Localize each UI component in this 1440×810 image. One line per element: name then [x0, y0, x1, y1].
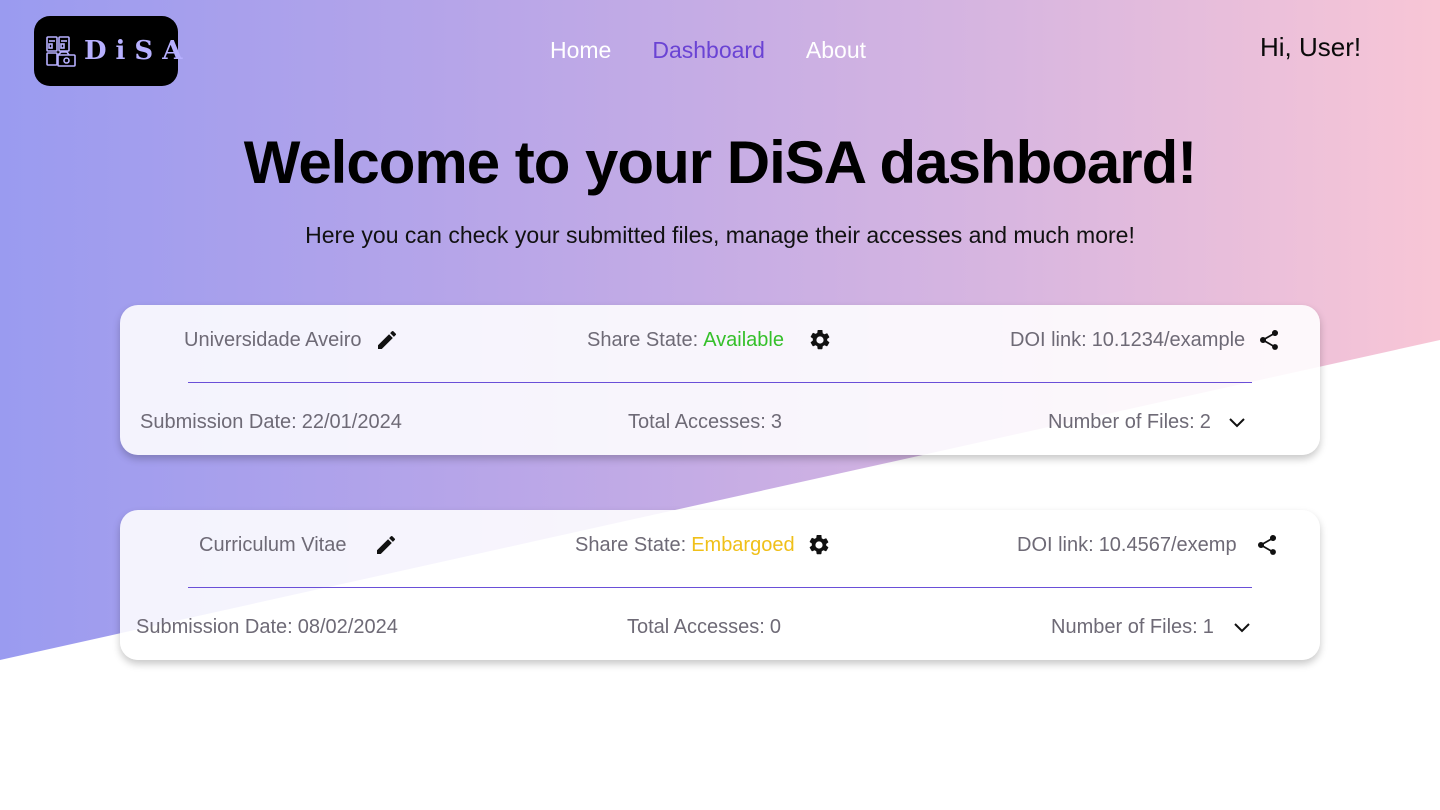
gear-icon[interactable] [808, 328, 832, 352]
edit-icon[interactable] [375, 328, 399, 352]
submission-card: Curriculum Vitae Share State: Embargoed … [120, 510, 1320, 660]
nav-about[interactable]: About [806, 36, 866, 64]
submission-name-group: Curriculum Vitae [199, 530, 398, 560]
share-icon[interactable] [1255, 533, 1279, 557]
share-state-group: Share State: Embargoed [575, 530, 831, 560]
doi-value[interactable]: 10.1234/example [1092, 329, 1245, 352]
archive-icon [44, 34, 78, 68]
share-state-label: Share State: [587, 328, 699, 351]
doi-label: DOI link: [1010, 328, 1087, 351]
total-accesses-value: 3 [770, 410, 782, 433]
submission-date-label: Submission Date: [140, 410, 297, 433]
submission-name-group: Universidade Aveiro [184, 325, 399, 355]
files-group: Number of Files: 1 [1051, 612, 1254, 642]
submission-card: Universidade Aveiro Share State: Availab… [120, 305, 1320, 455]
submission-date-label: Submission Date: [136, 615, 293, 638]
page-title: Welcome to your DiSA dashboard! [243, 129, 1197, 196]
card-divider [188, 587, 1252, 588]
submission-date-group: Submission Date: 22/01/2024 [140, 407, 402, 437]
total-accesses-label: Total Accesses: [628, 410, 766, 433]
share-icon[interactable] [1257, 328, 1281, 352]
edit-icon[interactable] [374, 533, 398, 557]
total-accesses-label: Total Accesses: [627, 615, 765, 638]
total-accesses-group: Total Accesses: 3 [628, 407, 782, 437]
submission-name: Curriculum Vitae [199, 533, 347, 556]
doi-group: DOI link: 10.4567/exemp [1017, 530, 1279, 560]
share-state-group: Share State: Available [587, 325, 832, 355]
card-divider [188, 382, 1252, 383]
doi-label: DOI link: [1017, 533, 1094, 556]
files-value: 1 [1202, 615, 1214, 638]
logo-text: DiSA [84, 36, 192, 66]
page-subtitle: Here you can check your submitted files,… [305, 222, 1135, 248]
share-state-value: Available [703, 328, 784, 351]
files-group: Number of Files: 2 [1048, 407, 1249, 437]
card-bottom-row: Submission Date: 22/01/2024 Total Access… [120, 407, 1320, 437]
card-top-row: Universidade Aveiro Share State: Availab… [120, 325, 1320, 355]
total-accesses-value: 0 [769, 615, 781, 638]
submission-name: Universidade Aveiro [184, 328, 362, 351]
gear-icon[interactable] [807, 533, 831, 557]
submission-date-value: 22/01/2024 [301, 410, 402, 433]
files-value: 2 [1199, 410, 1211, 433]
chevron-down-icon[interactable] [1225, 410, 1249, 434]
submission-date-group: Submission Date: 08/02/2024 [136, 612, 398, 642]
card-top-row: Curriculum Vitae Share State: Embargoed … [120, 530, 1320, 560]
doi-group: DOI link: 10.1234/example [1010, 325, 1281, 355]
share-state-value: Embargoed [691, 533, 795, 556]
nav-home[interactable]: Home [550, 36, 611, 64]
main-nav: Home Dashboard About [550, 36, 907, 64]
user-greeting[interactable]: Hi, User! [1260, 32, 1361, 62]
share-state-label: Share State: [575, 533, 687, 556]
files-label: Number of Files: [1051, 615, 1198, 638]
submission-date-value: 08/02/2024 [297, 615, 398, 638]
files-label: Number of Files: [1048, 410, 1195, 433]
chevron-down-icon[interactable] [1230, 615, 1254, 639]
header: DiSA Home Dashboard About Hi, User! [0, 0, 1440, 100]
nav-dashboard[interactable]: Dashboard [652, 36, 765, 64]
card-bottom-row: Submission Date: 08/02/2024 Total Access… [120, 612, 1320, 642]
total-accesses-group: Total Accesses: 0 [627, 612, 781, 642]
doi-value[interactable]: 10.4567/exemp [1099, 534, 1237, 557]
logo[interactable]: DiSA [34, 16, 182, 86]
